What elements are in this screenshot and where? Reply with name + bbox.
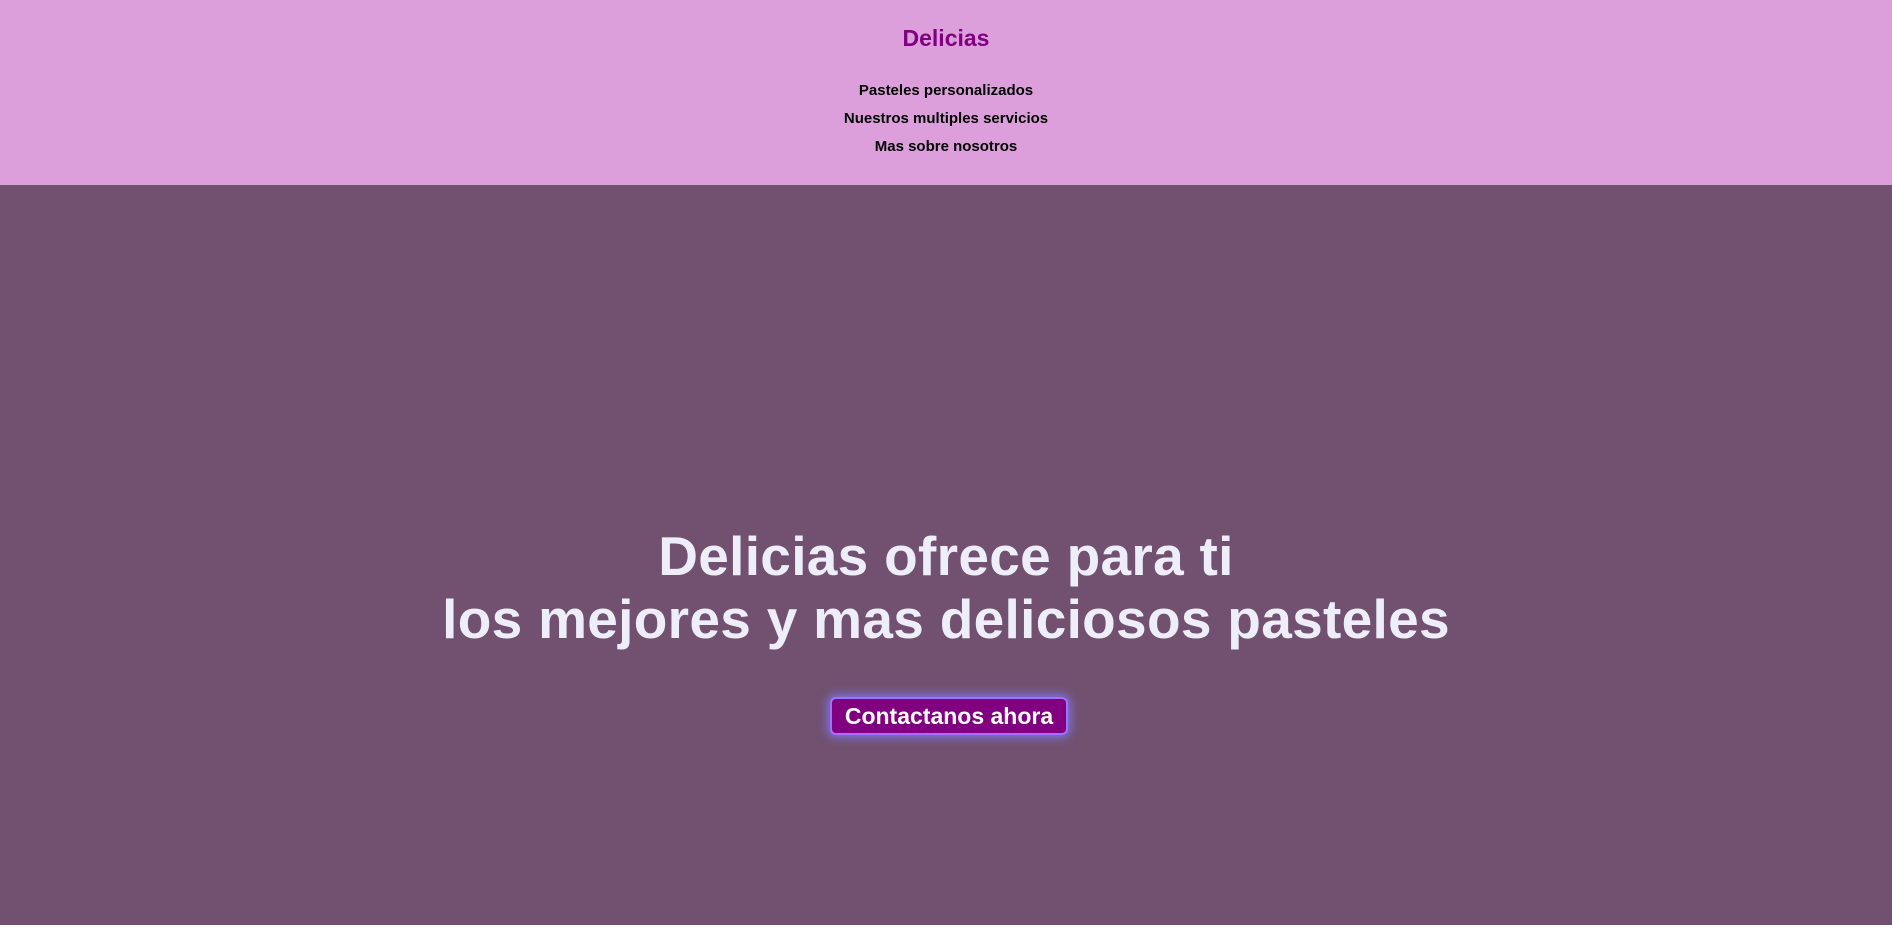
nav-link-custom-cakes[interactable]: Pasteles personalizados <box>859 82 1033 99</box>
nav-item-services: Nuestros multiples servicios <box>0 108 1892 136</box>
main-nav: Pasteles personalizados Nuestros multipl… <box>0 80 1892 164</box>
nav-link-services[interactable]: Nuestros multiples servicios <box>844 110 1048 127</box>
contact-now-button[interactable]: Contactanos ahora <box>830 697 1068 735</box>
hero-title-line-2: los mejores y mas deliciosos pasteles <box>442 588 1450 650</box>
hero-title: Delicias ofrece para ti los mejores y ma… <box>0 525 1892 651</box>
nav-item-about: Mas sobre nosotros <box>0 136 1892 164</box>
nav-link-about[interactable]: Mas sobre nosotros <box>875 138 1018 155</box>
nav-item-custom-cakes: Pasteles personalizados <box>0 80 1892 108</box>
brand-title[interactable]: Delicias <box>0 22 1892 54</box>
site-header: Delicias Pasteles personalizados Nuestro… <box>0 0 1892 185</box>
hero-section: Delicias ofrece para ti los mejores y ma… <box>0 185 1892 925</box>
hero-title-line-1: Delicias ofrece para ti <box>658 525 1234 587</box>
page: Delicias Pasteles personalizados Nuestro… <box>0 0 1892 934</box>
